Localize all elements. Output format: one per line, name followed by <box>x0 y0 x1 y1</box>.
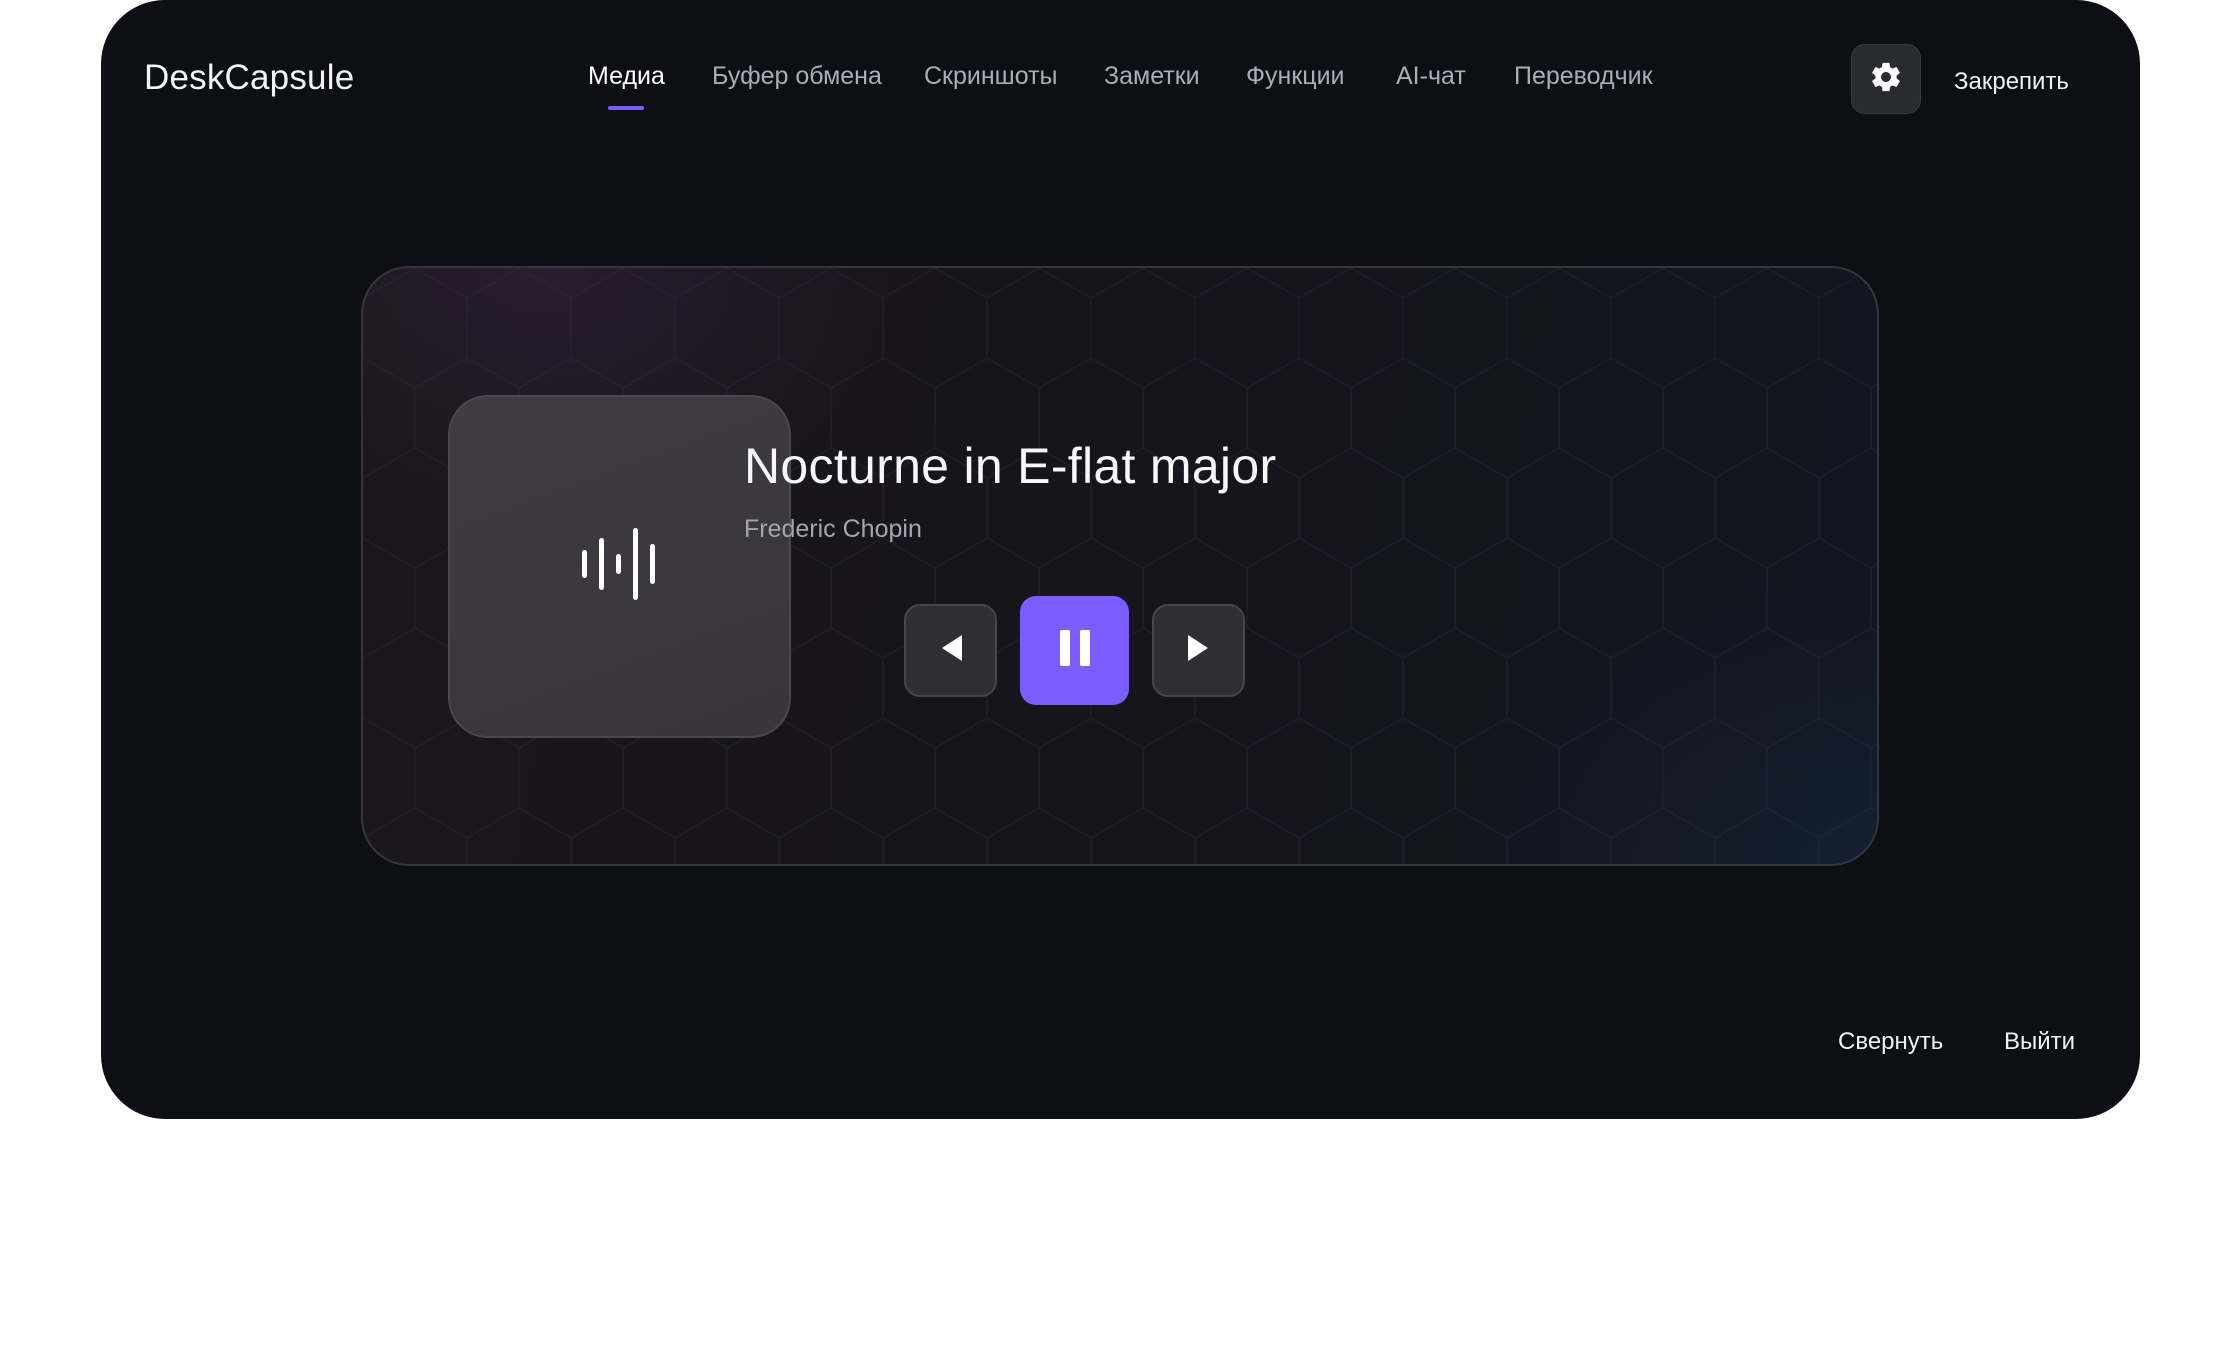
previous-track-button[interactable] <box>904 604 997 697</box>
main-nav: Медиа Буфер обмена Скриншоты Заметки Фун… <box>101 62 2140 112</box>
tab-clipboard[interactable]: Буфер обмена <box>712 62 882 91</box>
tab-label: Переводчик <box>1514 62 1653 90</box>
gear-icon <box>1869 60 1903 99</box>
previous-icon <box>938 633 964 668</box>
active-tab-indicator <box>608 106 644 110</box>
next-track-button[interactable] <box>1152 604 1245 697</box>
tab-label: AI-чат <box>1396 62 1466 90</box>
tab-media[interactable]: Медиа <box>588 62 665 110</box>
tab-translator[interactable]: Переводчик <box>1514 62 1653 91</box>
tab-ai-chat[interactable]: AI-чат <box>1396 62 1466 91</box>
track-artist: Frederic Chopin <box>744 515 922 543</box>
tab-functions[interactable]: Функции <box>1246 62 1345 91</box>
sound-wave-icon <box>581 528 658 605</box>
tab-notes[interactable]: Заметки <box>1104 62 1200 91</box>
tab-screenshots[interactable]: Скриншоты <box>924 62 1058 91</box>
album-art <box>448 395 791 738</box>
pause-button[interactable] <box>1020 596 1129 705</box>
pause-icon <box>1058 628 1092 673</box>
next-icon <box>1186 633 1212 668</box>
minimize-button[interactable]: Свернуть <box>1838 1028 1943 1056</box>
tab-label: Функции <box>1246 62 1345 90</box>
tab-label: Буфер обмена <box>712 62 882 90</box>
tab-label: Заметки <box>1104 62 1200 90</box>
exit-button[interactable]: Выйти <box>2004 1028 2075 1056</box>
tab-label: Медиа <box>588 62 665 90</box>
app-window: DeskCapsule Медиа Буфер обмена Скриншоты… <box>101 0 2140 1119</box>
pin-button[interactable]: Закрепить <box>1954 68 2069 96</box>
settings-button[interactable] <box>1851 44 1921 114</box>
media-player-card <box>361 266 1879 866</box>
track-title: Nocturne in E-flat major <box>744 438 1277 494</box>
tab-label: Скриншоты <box>924 62 1058 90</box>
